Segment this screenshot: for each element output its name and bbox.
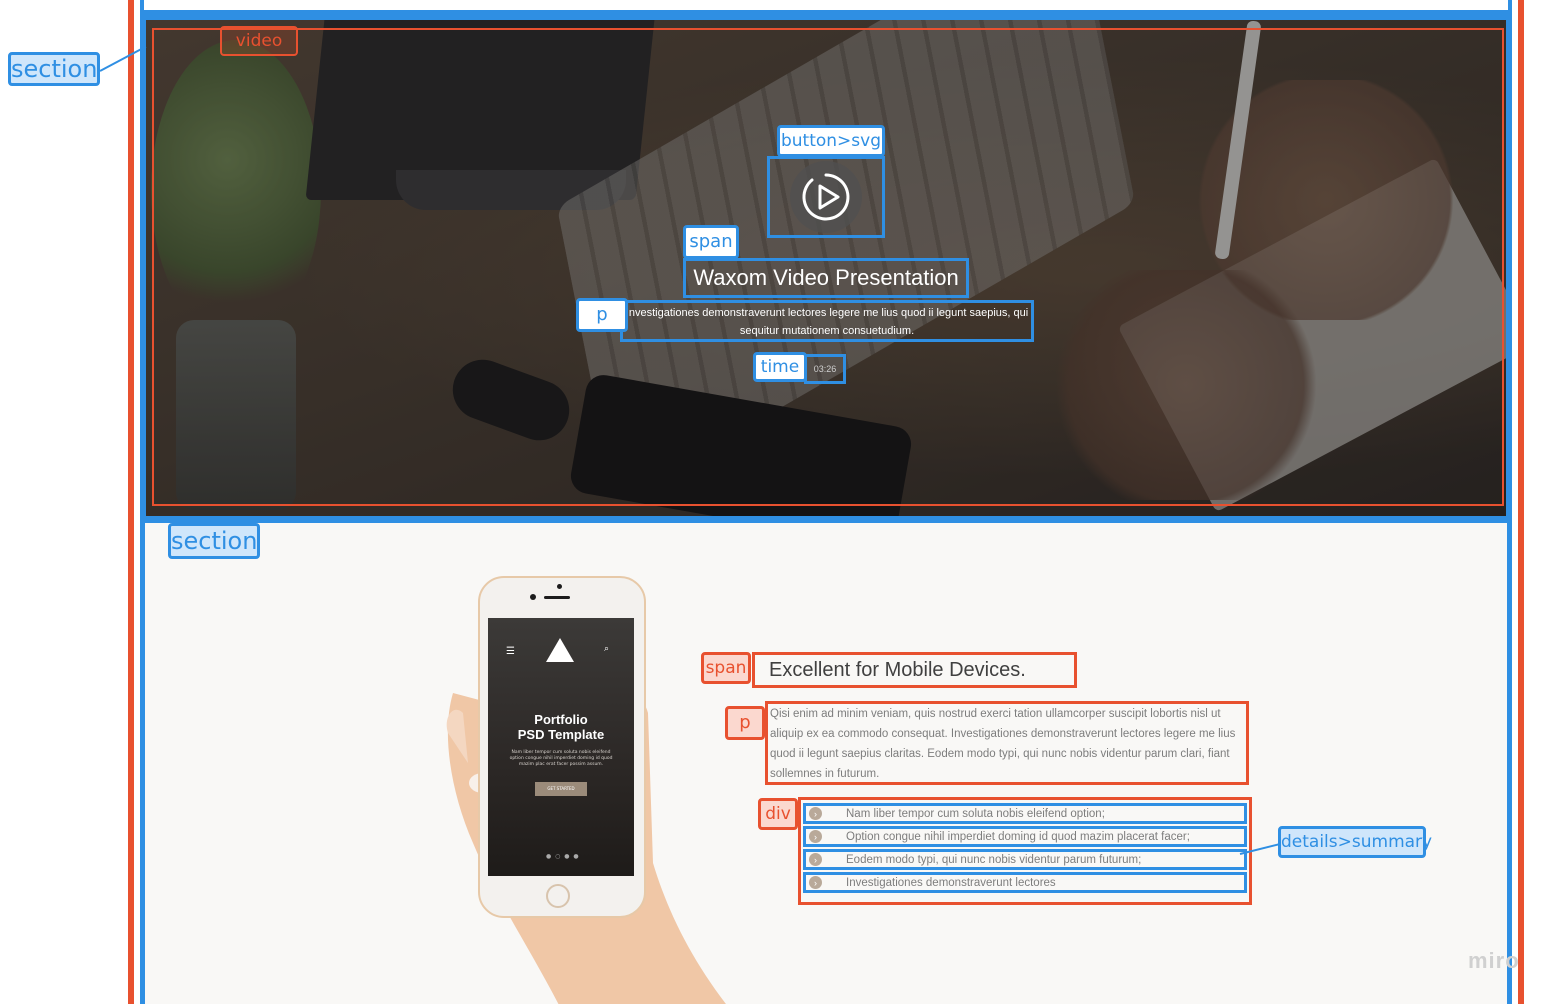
details-summary-tag: details>summary [1278,826,1432,858]
video-title: Waxom Video Presentation [683,258,969,298]
chevron-right-icon: › [809,853,822,866]
mobile-section: section ☰ ⌕ Portfolio PSD Template Nam l… [140,518,1512,1004]
screen-title: Portfolio PSD Template [488,712,634,742]
screen-title-line: PSD Template [517,727,605,742]
screen-title-line: Portfolio [534,712,588,727]
miro-watermark: miro [1468,948,1520,973]
feature-list: › Nam liber tempor cum soluta nobis elei… [798,797,1252,905]
section-tag: section [168,523,260,559]
chevron-right-icon: › [809,830,822,843]
carousel-dots: ● ○ ● ● [546,853,580,860]
div-tag: div [758,798,798,830]
phone-screen: ☰ ⌕ Portfolio PSD Template Nam liber tem… [488,618,634,876]
get-started-button: GET STARTED [535,782,587,796]
phone-speaker [544,596,570,599]
phone-home-button [546,884,570,908]
span-tag: span [683,225,739,259]
play-button[interactable] [790,161,862,233]
chevron-right-icon: › [809,807,822,820]
details-summary-item[interactable]: › Investigationes demonstraverunt lector… [803,872,1247,893]
screen-body-text: Nam liber tempor cum soluta nobis eleife… [509,750,613,767]
play-circle-icon [802,173,850,221]
phone-mockup: ☰ ⌕ Portfolio PSD Template Nam liber tem… [478,576,646,918]
phone-camera [530,594,536,600]
list-item-label: Investigationes demonstraverunt lectores [846,876,1056,889]
span-tag: span [701,652,751,684]
video-tag: video [220,26,298,56]
hamburger-icon: ☰ [506,646,515,657]
video-duration: 03:26 [804,354,846,384]
p-tag: p [576,298,628,332]
button-svg-tag: button>svg [777,125,885,157]
chevron-right-icon: › [809,876,822,889]
list-item-label: Option congue nihil imperdiet doming id … [846,830,1190,843]
time-tag: time [753,352,807,382]
details-summary-item[interactable]: › Nam liber tempor cum soluta nobis elei… [803,803,1247,824]
video-description: Investigationes demonstraverunt lectores… [620,300,1034,342]
mobile-paragraph: Qisi enim ad minim veniam, quis nostrud … [765,701,1249,785]
list-item-label: Nam liber tempor cum soluta nobis eleife… [846,807,1105,820]
mobile-heading: Excellent for Mobile Devices. [752,652,1077,688]
details-summary-item[interactable]: › Eodem modo typi, qui nunc nobis vident… [803,849,1247,870]
triangle-logo-icon [546,638,574,662]
video-section: Waxom Video Presentation Investigationes… [140,14,1512,522]
list-item-label: Eodem modo typi, qui nunc nobis videntur… [846,853,1142,866]
section-tag: section [8,52,100,86]
search-icon: ⌕ [604,644,610,654]
p-tag: p [725,706,765,740]
details-summary-item[interactable]: › Option congue nihil imperdiet doming i… [803,826,1247,847]
play-button-frame [767,156,885,238]
top-section-edge [140,0,1512,14]
phone-camera [557,584,562,589]
